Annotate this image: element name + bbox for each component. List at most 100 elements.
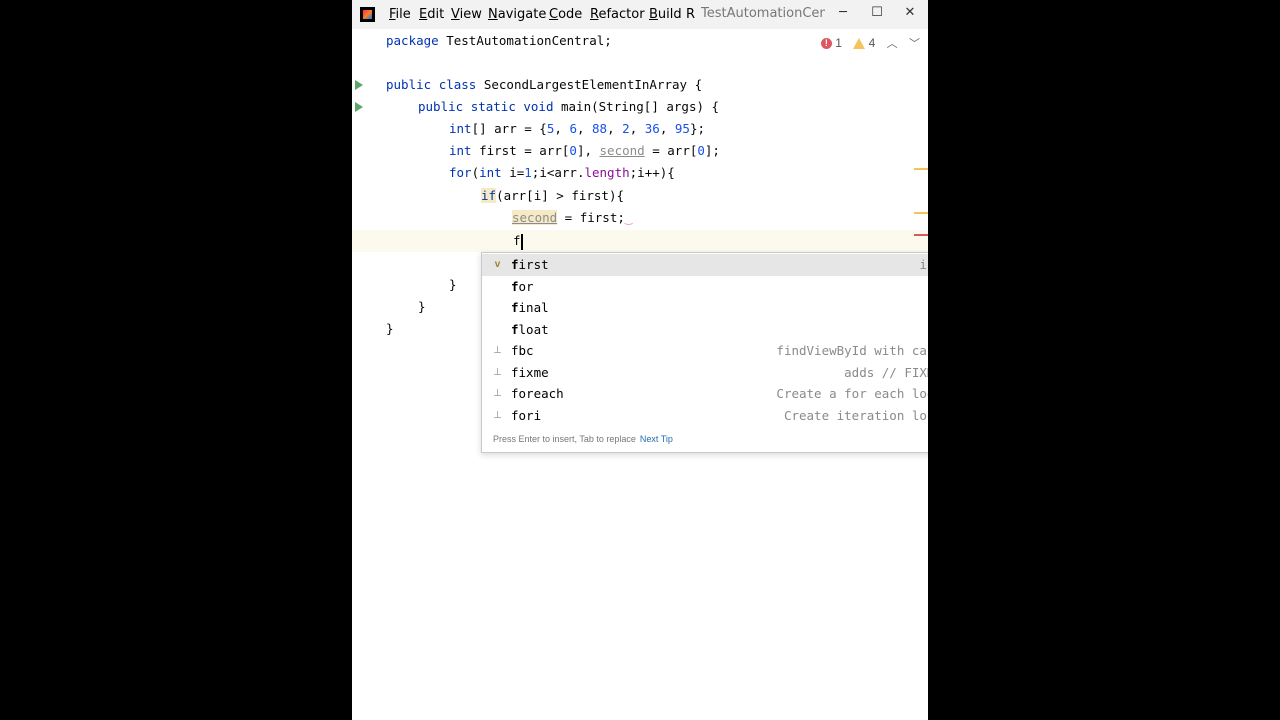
- completion-hint: Press Enter to insert, Tab to replace: [493, 434, 636, 444]
- completion-item[interactable]: ⊥ fixme adds // FIXME: [482, 362, 928, 384]
- completion-rest: ixme: [518, 364, 549, 380]
- completion-item[interactable]: float: [482, 319, 928, 341]
- code-text: }: [449, 277, 457, 292]
- keyword: int: [479, 165, 502, 180]
- completion-rest: irst: [518, 257, 549, 272]
- number-literal: 95: [674, 121, 690, 136]
- menu-file-label: ile: [395, 7, 411, 22]
- menu-view-mnemonic: V: [451, 7, 460, 22]
- code-text: TestAutomationCentral;: [438, 33, 612, 48]
- keyword: public: [386, 77, 432, 92]
- completion-match: f: [511, 321, 519, 337]
- code-text: }: [386, 321, 394, 336]
- keyword: for: [449, 165, 472, 180]
- completion-description: Create a for each loop: [776, 386, 928, 401]
- completion-rest: inal: [518, 300, 549, 315]
- error-stripe-marker[interactable]: [914, 234, 928, 236]
- menu-run-truncated[interactable]: R: [686, 7, 695, 22]
- inspection-widget[interactable]: ! 1 4 ︿ ﹀: [820, 35, 920, 51]
- menu-code[interactable]: Code: [549, 7, 582, 22]
- code-text: [] arr = {: [471, 121, 547, 136]
- menu-code-label: ode: [558, 7, 583, 22]
- code-line: second = first;‿: [512, 207, 632, 229]
- keyword: package: [386, 33, 439, 48]
- completion-match: f: [511, 278, 519, 294]
- keyword: int: [449, 143, 472, 158]
- code-text: ,: [554, 121, 570, 136]
- completion-item[interactable]: for: [482, 276, 928, 298]
- menu-refactor[interactable]: Refactor: [590, 7, 645, 22]
- warning-stripe-marker[interactable]: [914, 212, 928, 214]
- completion-label: first: [511, 254, 549, 276]
- code-editor[interactable]: ! 1 4 ︿ ﹀ package TestAutomationCentral;…: [352, 29, 928, 720]
- unused-variable: second: [512, 210, 558, 225]
- live-template-icon: ⊥: [493, 366, 502, 378]
- run-class-gutter-icon[interactable]: [355, 80, 363, 90]
- menu-edit-label: dit: [427, 7, 445, 22]
- completion-match: f: [511, 407, 519, 423]
- completion-item[interactable]: ⊥ fbc findViewById with cast: [482, 340, 928, 362]
- text-caret: [520, 233, 523, 250]
- code-text: ];: [704, 143, 720, 158]
- code-text: ,: [659, 121, 675, 136]
- code-text: main(String[] args) {: [553, 99, 720, 114]
- maximize-button[interactable]: ☐: [865, 3, 889, 23]
- menu-navigate[interactable]: Navigate: [488, 7, 546, 22]
- code-text: ],: [576, 143, 600, 158]
- completion-match: f: [511, 343, 519, 358]
- completion-footer: Press Enter to insert, Tab to replace Nex…: [493, 434, 673, 444]
- keyword: class: [438, 77, 477, 92]
- number-literal: 0: [569, 143, 577, 158]
- number-literal: 0: [697, 143, 705, 158]
- code-text: };: [689, 121, 705, 136]
- current-line-highlight: [352, 230, 928, 252]
- completion-rest: loat: [518, 321, 549, 337]
- keyword: void: [523, 99, 554, 114]
- completion-rest: or: [518, 278, 534, 294]
- completion-item[interactable]: ⊥ fori Create iteration loop: [482, 405, 928, 427]
- completion-description: adds // FIXME: [844, 364, 928, 380]
- menu-edit-mnemonic: E: [419, 7, 428, 22]
- completion-label: final: [511, 297, 549, 319]
- previous-highlight-icon[interactable]: ︿: [887, 35, 898, 51]
- keyword: static: [470, 99, 516, 114]
- completion-match: f: [511, 386, 519, 401]
- code-line: for(int i=1;i<arr.length;i++){: [449, 162, 675, 184]
- completion-match: f: [511, 364, 519, 380]
- menu-file[interactable]: File: [389, 7, 411, 22]
- completion-item[interactable]: ⊥ foreach Create a for each loop: [482, 383, 928, 405]
- field-reference: length: [584, 165, 630, 180]
- completion-label: float: [511, 319, 549, 341]
- completion-rest: ori: [518, 407, 542, 423]
- completion-match: f: [511, 300, 519, 315]
- close-button[interactable]: ✕: [898, 3, 922, 23]
- next-highlight-icon[interactable]: ﹀: [909, 35, 920, 51]
- code-text: SecondLargestElementInArray {: [476, 77, 703, 92]
- code-text: ,: [629, 121, 645, 136]
- menu-build[interactable]: Build: [649, 7, 682, 22]
- completion-item[interactable]: vfirst int: [482, 254, 928, 276]
- run-main-gutter-icon[interactable]: [355, 102, 363, 112]
- menu-view[interactable]: View: [451, 7, 482, 22]
- completion-label: fori: [511, 405, 541, 427]
- completion-item[interactable]: final: [482, 297, 928, 319]
- code-completion-popup: vfirstint for final float ⊥fbcfindViewBy…: [481, 252, 928, 453]
- intellij-logo-icon[interactable]: [360, 7, 375, 22]
- minimize-button[interactable]: ─: [831, 3, 855, 23]
- code-line: }: [449, 274, 457, 296]
- menu-build-label: uild: [657, 7, 682, 22]
- menu-refactor-label: efactor: [598, 7, 645, 22]
- completion-label: fbc: [511, 340, 534, 362]
- code-text: ;i++){: [629, 165, 675, 180]
- error-count: 1: [835, 36, 842, 50]
- warning-stripe-marker[interactable]: [914, 168, 928, 170]
- menu-navigate-label: avigate: [497, 7, 547, 22]
- next-tip-link[interactable]: Next Tip: [640, 434, 673, 444]
- live-template-icon: ⊥: [493, 388, 502, 399]
- code-text: }: [418, 299, 426, 314]
- code-line: int[] arr = {5, 6, 88, 2, 36, 95};: [449, 118, 705, 140]
- live-template-icon: ⊥: [493, 409, 502, 421]
- menu-edit[interactable]: Edit: [419, 7, 444, 22]
- completion-rest: oreach: [518, 386, 564, 401]
- code-line: public static void main(String[] args) {: [418, 96, 719, 118]
